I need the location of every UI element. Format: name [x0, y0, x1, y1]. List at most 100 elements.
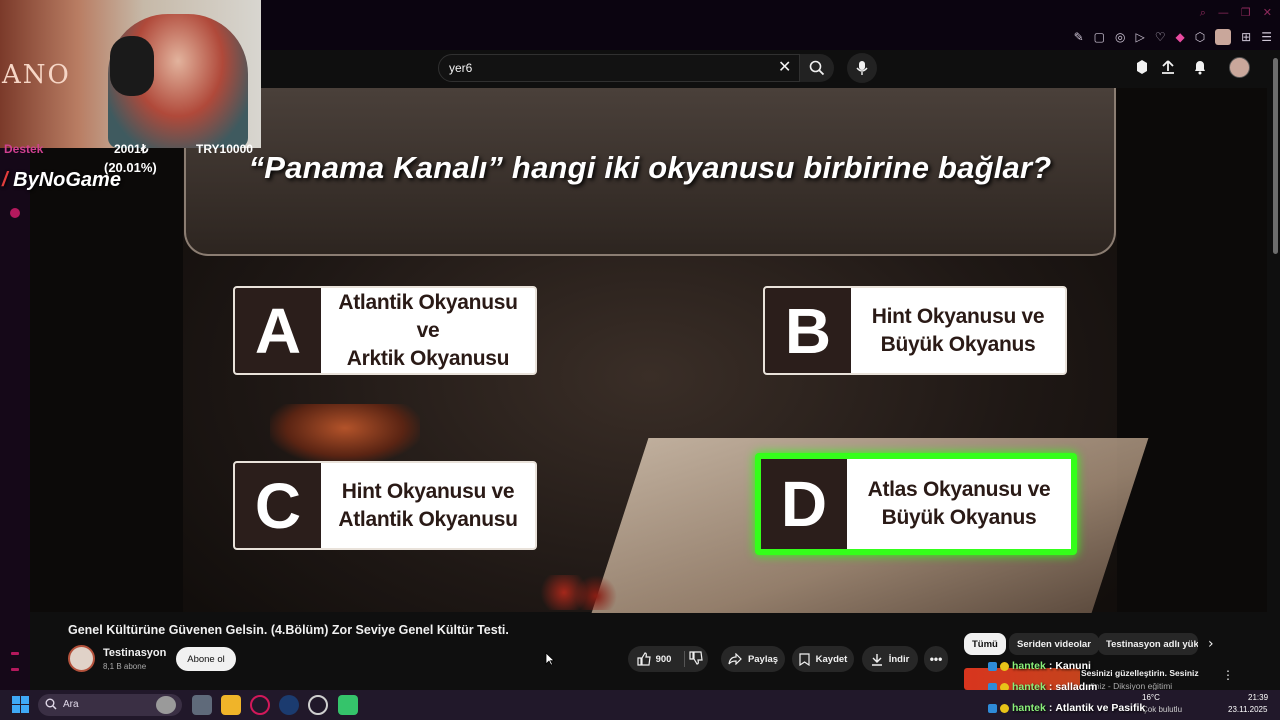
search-query[interactable]: yer6 — [449, 61, 472, 75]
chip-series[interactable]: Seriden videolar — [1009, 633, 1099, 655]
option-letter: C — [235, 463, 321, 548]
kebab-menu-icon[interactable]: ⋮ — [1222, 668, 1234, 682]
berries-decoration — [540, 575, 620, 610]
folder-icon[interactable] — [221, 695, 241, 715]
related-video-title[interactable]: Sesinizi güzelleştirin. Sesiniz — [1081, 668, 1199, 678]
shield-icon[interactable]: ◎ — [1115, 30, 1125, 44]
channel-logo: / ByNoGame — [2, 169, 121, 191]
obs-icon[interactable] — [308, 695, 328, 715]
like-divider — [684, 651, 685, 667]
bookmark-icon — [799, 652, 810, 666]
save-label: Kaydet — [815, 653, 848, 665]
tea-cup-decoration — [270, 404, 420, 464]
chat-user: hantek — [1012, 702, 1046, 714]
search-input[interactable] — [438, 54, 800, 82]
badge-icon — [988, 703, 997, 713]
chat-user: hantek — [1012, 660, 1046, 672]
close-icon[interactable]: ✕ — [1263, 6, 1272, 20]
scrollbar-thumb[interactable] — [1273, 58, 1278, 254]
option-b: B Hint Okyanusu ve Büyük Okyanus — [763, 286, 1067, 375]
opera-gx-icon[interactable] — [250, 695, 270, 715]
thumbs-down-icon — [689, 651, 703, 665]
taskbar-search-placeholder[interactable]: Ara — [63, 699, 79, 710]
option-text: Hint Okyanusu ve Atlantik Okyanusu — [338, 479, 518, 531]
account-avatar[interactable] — [1229, 57, 1250, 78]
support-amount: 2001₺ — [114, 142, 149, 156]
share-icon — [728, 653, 742, 665]
app-icon[interactable] — [338, 695, 358, 715]
poster-text: ANO — [2, 60, 71, 90]
sidebar-dash[interactable] — [11, 668, 19, 671]
create-icon[interactable] — [1133, 58, 1151, 76]
hedgehog-icon — [156, 696, 176, 714]
voice-search-button[interactable] — [847, 53, 877, 83]
puzzle-icon[interactable]: ⊞ — [1241, 30, 1251, 44]
badge-icon — [1000, 703, 1009, 713]
microphone-icon — [856, 61, 868, 75]
save-button[interactable]: Kaydet — [792, 646, 854, 672]
channel-avatar[interactable] — [68, 645, 95, 672]
cube-icon[interactable]: ⬡ — [1195, 30, 1205, 44]
menu-icon[interactable]: ☰ — [1261, 30, 1272, 44]
support-label: Destek — [4, 142, 44, 156]
option-text: Atlantik Okyanusu ve Arktik Okyanusu — [338, 290, 518, 370]
tab-icon[interactable]: ▢ — [1094, 30, 1105, 44]
video-title: Genel Kültürüne Güvenen Gelsin. (4.Bölüm… — [68, 623, 509, 637]
chat-text: Kanuni — [1055, 660, 1091, 672]
chat-message: hantek: Atlantik ve Pasifik — [988, 702, 1145, 714]
pin-icon[interactable]: ✎ — [1074, 30, 1084, 44]
dislike-button[interactable] — [689, 651, 703, 670]
sidebar-dash[interactable] — [11, 652, 19, 655]
chip-all[interactable]: Tümü — [964, 633, 1006, 655]
search-button[interactable] — [800, 54, 834, 82]
maximize-icon[interactable]: ❐ — [1241, 6, 1251, 20]
weather-temperature: 16°C — [1142, 693, 1160, 702]
profile-icon[interactable] — [1215, 29, 1232, 45]
sidebar-dot[interactable] — [10, 208, 20, 218]
upload-icon[interactable] — [1159, 58, 1177, 76]
option-c: C Hint Okyanusu ve Atlantik Okyanusu — [233, 461, 537, 550]
window-controls: ⌕ — ❐ ✕ — [1200, 6, 1272, 20]
option-letter: B — [765, 288, 851, 373]
browser-toolbar: ✎ ▢ ◎ ▷ ♡ ◆ ⬡ ⊞ ☰ — [1074, 28, 1272, 46]
like-button[interactable]: 900 — [636, 652, 672, 666]
notifications-icon[interactable] — [1191, 58, 1209, 76]
subscribe-button[interactable]: Abone ol — [176, 647, 236, 671]
channel-name[interactable]: Testinasyon — [103, 647, 166, 659]
more-actions-button[interactable]: ••• — [924, 646, 948, 672]
share-button[interactable]: Paylaş — [721, 646, 785, 672]
clear-search-icon[interactable]: ✕ — [778, 57, 791, 76]
badge-icon — [1000, 661, 1009, 671]
extension-icon[interactable]: ◆ — [1175, 30, 1184, 44]
clock-time[interactable]: 21:39 — [1248, 693, 1268, 702]
share-label: Paylaş — [747, 653, 779, 665]
weather-condition: Çok bulutlu — [1142, 705, 1183, 714]
chat-message: hantek: Kanuni — [988, 660, 1091, 672]
subscriber-count: 8,1 B abone — [103, 662, 147, 671]
option-text: Hint Okyanusu ve Büyük Okyanus — [871, 304, 1045, 356]
play-icon[interactable]: ▷ — [1135, 30, 1144, 44]
headset-icon — [110, 36, 154, 96]
download-label: İndir — [888, 653, 910, 665]
like-count: 900 — [655, 653, 672, 665]
search-icon[interactable]: ⌕ — [1200, 6, 1206, 20]
chat-text: Atlantik ve Pasifik — [1055, 702, 1146, 714]
thumbs-up-icon — [636, 652, 651, 666]
option-a: A Atlantik Okyanusu ve Arktik Okyanusu — [233, 286, 537, 375]
option-d-correct: D Atlas Okyanusu ve Büyük Okyanus — [755, 453, 1077, 555]
option-letter: A — [235, 288, 321, 373]
search-icon — [45, 698, 57, 710]
heart-icon[interactable]: ♡ — [1155, 30, 1166, 44]
download-button[interactable]: İndir — [862, 646, 918, 672]
windows-start-icon[interactable] — [12, 696, 29, 713]
download-icon — [871, 653, 882, 666]
option-text: Atlas Okyanusu ve Büyük Okyanus — [867, 478, 1051, 529]
chip-channel-uploads[interactable]: Testinasyon adlı yüklemeler — [1098, 633, 1198, 655]
quiz-question: “Panama Kanalı” hangi iki okyanusu birbi… — [248, 150, 1052, 185]
clock-date[interactable]: 23.11.2025 — [1228, 705, 1267, 714]
task-view-icon[interactable] — [192, 695, 212, 715]
chevron-right-icon[interactable]: › — [1208, 636, 1214, 652]
steam-icon[interactable] — [279, 695, 299, 715]
support-goal: TRY10000 — [196, 142, 253, 156]
minimize-icon[interactable]: — — [1218, 6, 1229, 20]
